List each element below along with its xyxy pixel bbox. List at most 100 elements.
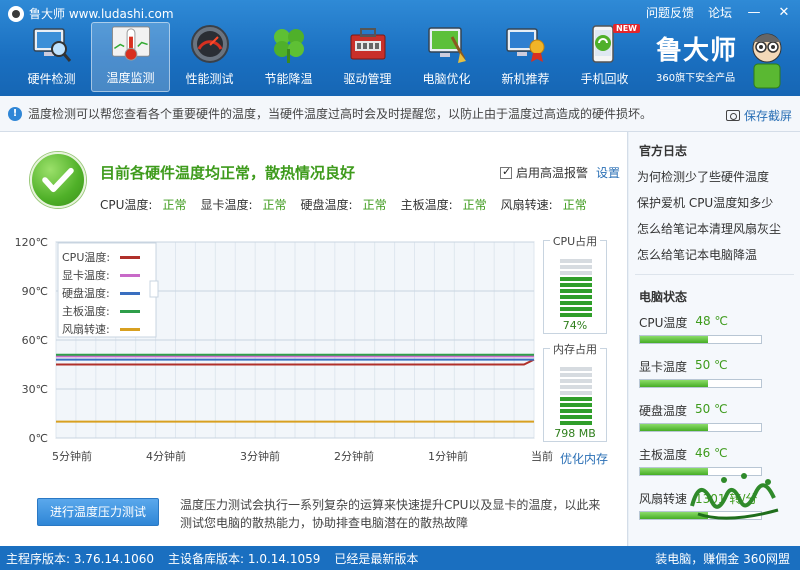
temp-label: 显卡温度 xyxy=(639,360,688,374)
temp-value: 50 ℃ xyxy=(695,402,728,416)
main-nav: 硬件检测 温度监测 性能测试 节能降温 驱动管理 电脑优化 新机推荐 手机回收 … xyxy=(12,22,644,92)
gauge-segment xyxy=(560,379,592,383)
gauge-segment xyxy=(560,385,592,389)
status-item-disk: 硬盘温度: 正常 xyxy=(300,198,387,212)
legend-label: 硬盘温度: xyxy=(62,286,110,300)
x-tick-label: 当前 xyxy=(531,449,553,463)
monitor-medal-icon xyxy=(505,28,544,62)
pc-temp-item: CPU温度 48 ℃ xyxy=(639,314,789,344)
temp-progress-fill xyxy=(640,380,708,387)
log-link[interactable]: 为何检测少了些硬件温度 xyxy=(637,168,769,185)
legend-collapse-handle xyxy=(149,280,159,298)
nav-pc-optimize[interactable]: 电脑优化 xyxy=(407,22,486,92)
app-logo-icon xyxy=(8,5,24,22)
monitor-magnifier-icon xyxy=(32,28,71,62)
alarm-checkbox[interactable] xyxy=(500,165,512,179)
stress-desc-line: 测试您电脑的散热能力，协助排查电脑潜在的散热故障 xyxy=(180,516,469,530)
pc-temp-item: 硬盘温度 50 ℃ xyxy=(639,402,789,432)
close-button[interactable]: ✕ xyxy=(776,5,792,20)
nav-label: 节能降温 xyxy=(264,72,313,86)
nav-temperature-monitor[interactable]: 温度监测 xyxy=(91,22,170,92)
temp-progress-bar xyxy=(639,379,762,388)
brand: 鲁大师 360旗下安全产品 xyxy=(656,30,737,84)
nav-phone-recycle[interactable]: 手机回收 NEW xyxy=(565,22,644,92)
main-version: 主程序版本: 3.76.14.1060 xyxy=(6,551,155,566)
nav-energy-saving[interactable]: 节能降温 xyxy=(249,22,328,92)
status-ok-icon xyxy=(30,152,86,208)
temp-progress-fill xyxy=(640,424,708,431)
nav-label: 驱动管理 xyxy=(343,72,392,86)
nav-label: 新机推荐 xyxy=(501,72,550,86)
window-controls: 问题反馈 论坛 — ✕ xyxy=(646,4,792,21)
legend-label: CPU温度: xyxy=(62,250,110,264)
alarm-label: 启用高温报警 xyxy=(516,166,589,180)
nav-new-pc-recommend[interactable]: 新机推荐 xyxy=(486,22,565,92)
stress-desc-line: 温度压力测试会执行一系列复杂的运算来快速提升CPU以及显卡的温度，以此来 xyxy=(180,498,601,512)
save-screenshot-button[interactable]: 保存截屏 xyxy=(725,107,792,124)
divider xyxy=(635,274,794,275)
promo-link[interactable]: 装电脑，赚佣金 360网盟 xyxy=(655,550,790,567)
gauge-segment xyxy=(560,421,592,425)
temp-progress-fill xyxy=(640,336,708,343)
legend-swatch xyxy=(120,328,140,331)
nav-hardware-detect[interactable]: 硬件检测 xyxy=(12,22,91,92)
gauge-segment xyxy=(560,367,592,371)
log-link[interactable]: 怎么给笔记本清理风扇灰尘 xyxy=(637,220,781,237)
gauge-segment xyxy=(560,397,592,401)
gauge-segment xyxy=(560,295,592,299)
app-title-text: 鲁大师 www.ludashi.com xyxy=(29,7,174,21)
gauge-segment xyxy=(560,271,592,275)
title-bar: 鲁大师 www.ludashi.com 问题反馈 论坛 — ✕ 硬件检测 温度监… xyxy=(0,0,800,96)
screen-broom-icon xyxy=(427,27,466,63)
toolbox-icon xyxy=(350,28,385,60)
x-tick-label: 4分钟前 xyxy=(146,449,186,463)
temp-value: 50 ℃ xyxy=(695,358,728,372)
high-temp-alarm: 启用高温报警 设置 xyxy=(500,164,620,181)
info-bar: ! 温度检测可以帮您查看各个重要硬件的温度，当硬件温度过高时会及时提醒您，以防止… xyxy=(0,96,800,132)
minimize-button[interactable]: — xyxy=(746,5,762,20)
info-text: 温度检测可以帮您查看各个重要硬件的温度，当硬件温度过高时会及时提醒您，以防止由于… xyxy=(28,107,653,121)
x-tick-label: 2分钟前 xyxy=(334,449,374,463)
stress-test-button[interactable]: 进行温度压力测试 xyxy=(37,498,159,526)
new-badge: NEW xyxy=(613,24,640,33)
nav-label: 硬件检测 xyxy=(27,72,76,86)
save-screenshot-label: 保存截屏 xyxy=(743,109,792,123)
y-tick-label: 0℃ xyxy=(29,432,48,445)
legend-label: 显卡温度: xyxy=(62,268,110,282)
y-tick-label: 30℃ xyxy=(22,383,48,396)
nav-performance-test[interactable]: 性能测试 xyxy=(170,22,249,92)
nav-label: 性能测试 xyxy=(185,72,234,86)
x-tick-label: 3分钟前 xyxy=(240,449,280,463)
feedback-link[interactable]: 问题反馈 xyxy=(646,4,694,21)
legend-swatch xyxy=(120,310,140,313)
memory-usage-gauge: 内存占用 798 MB xyxy=(543,343,607,442)
gauge-segment xyxy=(560,283,592,287)
gauge-segment xyxy=(560,403,592,407)
legend-label: 主板温度: xyxy=(62,304,110,318)
clover-icon xyxy=(273,29,304,63)
gauge-segment xyxy=(560,259,592,263)
status-headline: 目前各硬件温度均正常，散热情况良好 xyxy=(100,164,356,182)
nav-label: 温度监测 xyxy=(106,71,155,85)
nav-driver-management[interactable]: 驱动管理 xyxy=(328,22,407,92)
log-link[interactable]: 保护爱机 CPU温度知多少 xyxy=(637,194,773,211)
db-version: 主设备库版本: 1.0.14.1059 xyxy=(168,551,321,566)
temp-value: 48 ℃ xyxy=(695,314,728,328)
cpu-usage-title: CPU占用 xyxy=(549,235,601,248)
log-link[interactable]: 怎么给笔记本电脑降温 xyxy=(637,246,757,263)
gauge-segment xyxy=(560,409,592,413)
brand-tagline: 360旗下安全产品 xyxy=(656,73,736,84)
main-panel: 目前各硬件温度均正常，散热情况良好 启用高温报警 设置 CPU温度:正常 显卡温… xyxy=(0,132,628,546)
update-status: 已经是最新版本 xyxy=(334,551,419,566)
stress-test-description: 温度压力测试会执行一系列复杂的运算来快速提升CPU以及显卡的温度，以此来 测试您… xyxy=(180,496,610,532)
cpu-usage-gauge: CPU占用 74% xyxy=(543,235,607,334)
forum-link[interactable]: 论坛 xyxy=(708,4,732,21)
temp-label: 主板温度 xyxy=(639,448,688,462)
settings-link[interactable]: 设置 xyxy=(596,164,620,181)
status-bar: 主程序版本: 3.76.14.1060 主设备库版本: 1.0.14.1059 … xyxy=(0,546,800,570)
pc-temp-item: 显卡温度 50 ℃ xyxy=(639,358,789,388)
temp-progress-bar xyxy=(639,335,762,344)
optimize-memory-link[interactable]: 优化内存 xyxy=(560,450,608,467)
cpu-usage-bars xyxy=(560,259,592,317)
x-tick-label: 1分钟前 xyxy=(428,449,468,463)
